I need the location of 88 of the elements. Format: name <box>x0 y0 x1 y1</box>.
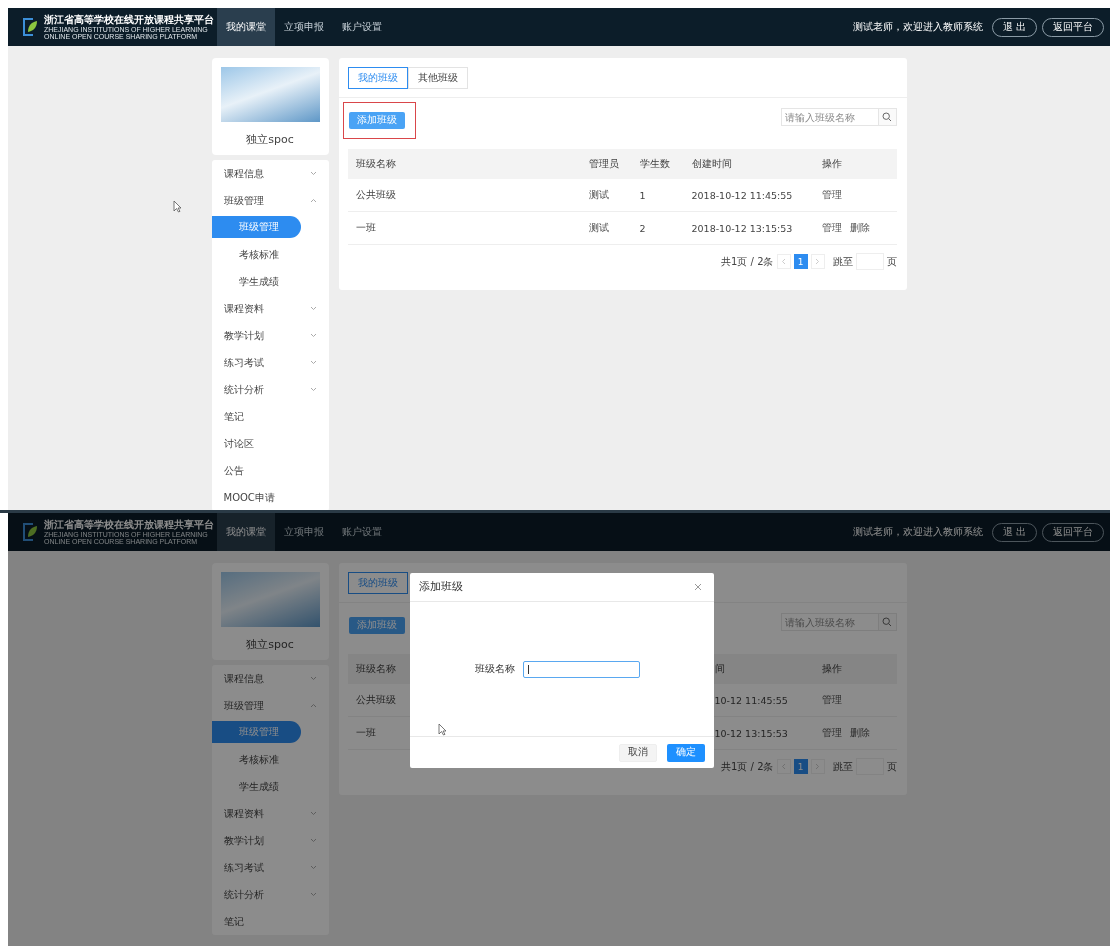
tab[interactable]: 其他班级 <box>407 66 468 89</box>
cancel-button[interactable]: 取消 <box>619 743 657 762</box>
row-action-link[interactable]: 管理 <box>821 693 842 707</box>
submenu-item[interactable]: 考核标准 <box>211 241 301 268</box>
next-page-button[interactable] <box>810 759 825 774</box>
course-name: 独立spoc <box>245 132 295 147</box>
platform-title: 浙江省高等学校在线开放课程共享平台 <box>44 14 214 25</box>
course-name: 独立spoc <box>245 637 295 652</box>
menu-item[interactable]: 课程信息 <box>211 160 329 187</box>
platform-title: 浙江省高等学校在线开放课程共享平台 <box>44 519 214 530</box>
table-cell: 1 <box>639 189 646 201</box>
chevron-right-icon <box>815 258 820 265</box>
nav-item[interactable]: 账户设置 <box>333 8 391 46</box>
menu-item[interactable]: 笔记 <box>211 403 329 430</box>
menu-item[interactable]: 班级管理 <box>211 692 329 719</box>
menu-item[interactable]: 统计分析 <box>211 376 329 403</box>
row-action-link[interactable]: 删除 <box>849 726 870 740</box>
next-page-button[interactable] <box>810 254 825 269</box>
nav-item[interactable]: 我的课堂 <box>217 513 275 551</box>
table-cell: 2018-10-12 13:15:53 <box>691 222 793 234</box>
column-header: 间 <box>714 662 725 676</box>
page-summary: 共1页 / 2条 <box>721 254 774 269</box>
menu-item[interactable]: 笔记 <box>211 908 329 935</box>
page-unit-label: 页 <box>886 759 897 774</box>
mouse-pointer-icon <box>173 200 182 213</box>
welcome-text: 测试老师，欢迎进入教师系统 <box>852 20 983 34</box>
tab[interactable]: 我的班级 <box>347 66 408 89</box>
field-label: 班级名称 <box>474 662 515 676</box>
menu-item[interactable]: 公告 <box>211 457 329 484</box>
submenu-item[interactable]: 班级管理 <box>211 216 301 238</box>
submenu-item[interactable]: 学生成绩 <box>211 268 301 295</box>
column-header: 管理员 <box>588 157 619 171</box>
table-cell: 10-12 11:45:55 <box>714 694 788 706</box>
table-cell: 测试 <box>588 188 609 202</box>
nav-item[interactable]: 账户设置 <box>333 513 391 551</box>
row-action-link[interactable]: 管理 <box>821 726 842 740</box>
menu-item[interactable]: 课程资料 <box>211 800 329 827</box>
menu-item[interactable]: 课程信息 <box>211 665 329 692</box>
column-header: 学生数 <box>639 157 670 171</box>
nav-item[interactable]: 立项申报 <box>275 8 333 46</box>
dialog-title: 添加班级 <box>419 580 463 594</box>
jump-label: 跳至 <box>832 759 853 774</box>
submenu-item[interactable]: 学生成绩 <box>211 773 301 800</box>
table-cell: 公共班级 <box>355 693 396 707</box>
previous-page-button[interactable] <box>776 254 791 269</box>
search-icon <box>882 112 892 122</box>
menu-item[interactable]: MOOC申请 <box>211 484 329 510</box>
chevron-left-icon <box>781 258 786 265</box>
menu-item[interactable]: 练习考试 <box>211 349 329 376</box>
menu-item[interactable]: 班级管理 <box>211 187 329 214</box>
nav-item[interactable]: 立项申报 <box>275 513 333 551</box>
page-unit-label: 页 <box>886 254 897 269</box>
table-cell: 2018-10-12 11:45:55 <box>691 189 793 201</box>
table-cell: 2 <box>639 222 646 234</box>
column-header: 操作 <box>821 157 842 171</box>
nav-item[interactable]: 我的课堂 <box>217 8 275 46</box>
menu-item[interactable]: 教学计划 <box>211 322 329 349</box>
table-cell: 公共班级 <box>355 188 396 202</box>
close-icon[interactable] <box>694 583 702 591</box>
row-action-link[interactable]: 删除 <box>849 221 870 235</box>
table-cell: 测试 <box>588 221 609 235</box>
page-summary: 共1页 / 2条 <box>721 759 774 774</box>
chevron-right-icon <box>815 763 820 770</box>
mouse-pointer-icon <box>438 723 447 736</box>
column-header: 班级名称 <box>355 157 396 171</box>
class-name-input[interactable] <box>522 660 640 678</box>
menu-item[interactable]: 教学计划 <box>211 827 329 854</box>
menu-item[interactable]: 课程资料 <box>211 295 329 322</box>
column-header: 操作 <box>821 662 842 676</box>
jump-label: 跳至 <box>832 254 853 269</box>
row-action-link[interactable]: 管理 <box>821 221 842 235</box>
menu-item[interactable]: 练习考试 <box>211 854 329 881</box>
submenu-item[interactable]: 考核标准 <box>211 746 301 773</box>
logo-icon <box>20 16 40 38</box>
row-action-link[interactable]: 管理 <box>821 188 842 202</box>
search-field[interactable]: 请输入班级名称 <box>780 108 878 126</box>
table-cell: 10-12 13:15:53 <box>714 727 788 739</box>
previous-page-button[interactable] <box>776 759 791 774</box>
page-number-button[interactable]: 1 <box>793 254 808 269</box>
search-icon <box>882 617 892 627</box>
chevron-left-icon <box>781 763 786 770</box>
menu-item[interactable]: 统计分析 <box>211 881 329 908</box>
logo-icon <box>20 521 40 543</box>
menu-item[interactable]: 讨论区 <box>211 430 329 457</box>
column-header: 班级名称 <box>355 662 396 676</box>
welcome-text: 测试老师，欢迎进入教师系统 <box>852 525 983 539</box>
column-header: 创建时间 <box>691 157 732 171</box>
table-cell: 一班 <box>355 221 376 235</box>
